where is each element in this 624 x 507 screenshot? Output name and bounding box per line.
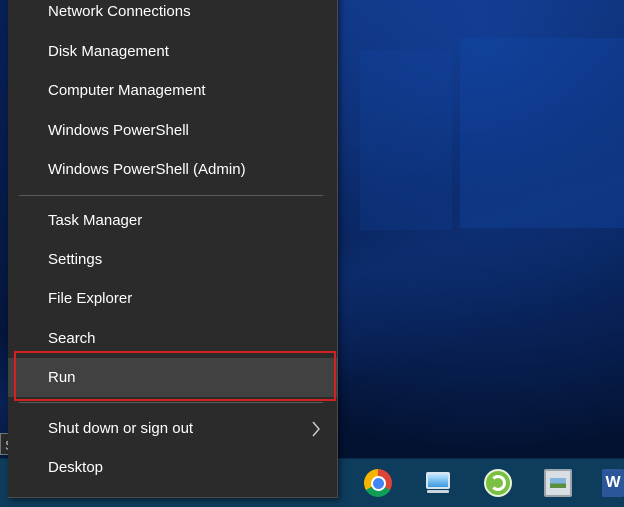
menu-divider (19, 402, 323, 403)
green-app-icon[interactable] (484, 469, 512, 497)
photos-icon[interactable] (544, 469, 572, 497)
wallpaper-window-pane (460, 38, 624, 228)
chevron-right-icon (309, 409, 323, 448)
menu-divider (19, 195, 323, 196)
menu-item-task-manager[interactable]: Task Manager (8, 201, 337, 240)
menu-item-disk-management[interactable]: Disk Management (8, 32, 337, 71)
menu-item-windows-powershell-admin[interactable]: Windows PowerShell (Admin) (8, 150, 337, 189)
menu-item-settings[interactable]: Settings (8, 240, 337, 279)
winx-power-user-menu: Network Connections Disk Management Comp… (8, 0, 338, 498)
word-icon[interactable]: W (602, 469, 624, 497)
menu-item-file-explorer[interactable]: File Explorer (8, 279, 337, 318)
this-pc-icon[interactable] (424, 469, 452, 497)
menu-item-desktop[interactable]: Desktop (8, 448, 337, 487)
run-highlight-annotation (14, 351, 336, 401)
menu-item-network-connections[interactable]: Network Connections (8, 0, 337, 31)
wallpaper-window-pane (360, 50, 452, 230)
menu-item-shut-down[interactable]: Shut down or sign out (8, 409, 337, 448)
chrome-icon[interactable] (364, 469, 392, 497)
menu-item-label: Shut down or sign out (48, 420, 194, 437)
menu-item-windows-powershell[interactable]: Windows PowerShell (8, 111, 337, 150)
menu-item-computer-management[interactable]: Computer Management (8, 71, 337, 110)
